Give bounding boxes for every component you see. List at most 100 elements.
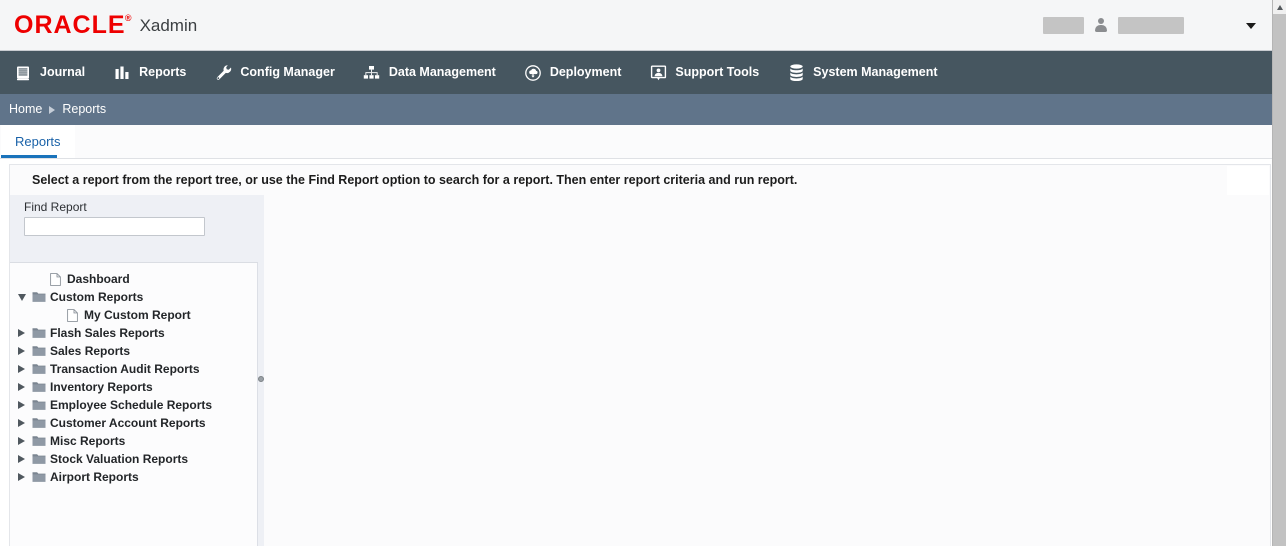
report-criteria-pane	[264, 195, 1270, 546]
oracle-logo[interactable]: ORACLE ®	[14, 11, 132, 39]
find-report-input[interactable]	[24, 217, 205, 236]
tab-reports[interactable]: Reports	[1, 125, 75, 158]
tree-node-label: Flash Sales Reports	[50, 326, 165, 340]
nav-item-data-management[interactable]: Data Management	[363, 51, 510, 94]
page-scrollbar[interactable]	[1272, 0, 1286, 546]
nav-label-system-management: System Management	[813, 65, 938, 80]
tree-node[interactable]: Flash Sales Reports	[10, 324, 257, 342]
tab-strip: Reports	[0, 125, 1272, 159]
redacted-header-field-1	[1043, 17, 1084, 34]
nav-item-deployment[interactable]: Deployment	[524, 51, 636, 94]
tree-node-label: Inventory Reports	[50, 380, 153, 394]
tree-node[interactable]: Customer Account Reports	[10, 414, 257, 432]
folder-icon	[30, 396, 47, 414]
tree-node-label: Sales Reports	[50, 344, 131, 358]
app-name: Xadmin	[139, 15, 198, 35]
redacted-header-field-2	[1118, 17, 1184, 34]
nav-item-system-management[interactable]: System Management	[787, 51, 951, 94]
journal-icon	[14, 64, 32, 82]
tree-expand-triangle-icon[interactable]	[13, 432, 30, 450]
instruction-action-placeholder[interactable]	[1227, 166, 1269, 195]
tree-expand-triangle-icon[interactable]	[13, 324, 30, 342]
nav-label-reports: Reports	[139, 65, 187, 80]
tree-node-label: Misc Reports	[50, 434, 126, 448]
tree-node[interactable]: Employee Schedule Reports	[10, 396, 257, 414]
tab-label-reports: Reports	[15, 134, 61, 149]
sitemap-icon	[363, 64, 381, 82]
nav-label-data-management: Data Management	[388, 65, 496, 80]
folder-icon	[30, 450, 47, 468]
main-navigation: Journal Reports Config Manager Data Mana…	[0, 51, 1272, 94]
tree-node-label: Employee Schedule Reports	[50, 398, 213, 412]
find-report-label: Find Report	[24, 200, 87, 214]
folder-icon	[30, 378, 47, 396]
brand-logo-group[interactable]: ORACLE ® Xadmin	[14, 0, 197, 51]
tree-node[interactable]: Custom Reports	[10, 288, 257, 306]
brand-header: ORACLE ® Xadmin	[0, 0, 1272, 51]
breadcrumb: Home Reports	[0, 94, 1272, 125]
bar-chart-icon	[113, 64, 131, 82]
breadcrumb-separator-icon	[49, 105, 56, 114]
tree-expand-triangle-icon[interactable]	[13, 360, 30, 378]
tree-node-label: My Custom Report	[84, 308, 191, 322]
tree-node[interactable]: Transaction Audit Reports	[10, 360, 257, 378]
tree-node[interactable]: Sales Reports	[10, 342, 257, 360]
tree-expand-triangle-icon[interactable]	[13, 342, 30, 360]
user-icon	[1094, 17, 1108, 34]
folder-icon	[30, 288, 47, 306]
tree-collapse-triangle-icon[interactable]	[13, 288, 30, 306]
report-workspace: Find Report Dashboard Custom Reports My Cu…	[9, 195, 1271, 546]
tree-node-label: Transaction Audit Reports	[50, 362, 200, 376]
tree-expand-triangle-icon[interactable]	[13, 396, 30, 414]
nav-label-deployment: Deployment	[549, 65, 622, 80]
folder-icon	[30, 360, 47, 378]
nav-label-journal: Journal	[40, 65, 86, 80]
tree-node-label: Airport Reports	[50, 470, 139, 484]
document-icon	[47, 270, 64, 288]
oracle-logo-text: ORACLE	[14, 11, 126, 39]
tree-node[interactable]: Inventory Reports	[10, 378, 257, 396]
nav-item-journal[interactable]: Journal	[14, 51, 99, 94]
registered-mark-icon: ®	[124, 13, 132, 23]
tree-node-label: Dashboard	[67, 272, 130, 286]
folder-icon	[30, 342, 47, 360]
folder-icon	[30, 468, 47, 486]
folder-icon	[30, 324, 47, 342]
wrench-icon	[214, 64, 232, 82]
tree-expand-triangle-icon[interactable]	[13, 414, 30, 432]
cloud-download-icon	[524, 64, 542, 82]
tree-node[interactable]: Stock Valuation Reports	[10, 450, 257, 468]
support-person-icon	[649, 64, 667, 82]
header-user-area	[1043, 0, 1256, 51]
breadcrumb-item-reports[interactable]: Reports	[62, 103, 106, 116]
application-window: ORACLE ® Xadmin Journal Reports Config M…	[0, 0, 1286, 546]
tree-expand-triangle-icon[interactable]	[13, 450, 30, 468]
scroll-up-arrow-icon[interactable]	[1273, 0, 1286, 14]
folder-icon	[30, 414, 47, 432]
nav-item-config-manager[interactable]: Config Manager	[214, 51, 348, 94]
report-tree: Dashboard Custom Reports My Custom Report F…	[10, 264, 257, 546]
tree-node[interactable]: My Custom Report	[10, 306, 257, 324]
nav-label-support-tools: Support Tools	[675, 65, 760, 80]
find-report-panel: Find Report	[10, 195, 258, 263]
tree-node-label: Stock Valuation Reports	[50, 452, 189, 466]
instruction-text: Select a report from the report tree, or…	[32, 173, 798, 187]
tree-node[interactable]: Misc Reports	[10, 432, 257, 450]
tree-expand-triangle-icon[interactable]	[13, 378, 30, 396]
tree-node[interactable]: Dashboard	[10, 270, 257, 288]
nav-item-reports[interactable]: Reports	[113, 51, 200, 94]
folder-icon	[30, 432, 47, 450]
tree-expand-triangle-icon[interactable]	[13, 468, 30, 486]
breadcrumb-item-home[interactable]: Home	[9, 103, 42, 116]
nav-item-support-tools[interactable]: Support Tools	[649, 51, 773, 94]
instruction-bar: Select a report from the report tree, or…	[9, 164, 1271, 195]
database-icon	[787, 64, 805, 82]
tree-node[interactable]: Airport Reports	[10, 468, 257, 486]
document-icon	[64, 306, 81, 324]
chevron-down-icon[interactable]	[1246, 22, 1256, 29]
nav-label-config-manager: Config Manager	[240, 65, 335, 80]
tree-node-label: Customer Account Reports	[50, 416, 206, 430]
report-tree-pane: Find Report Dashboard Custom Reports My Cu…	[10, 195, 258, 546]
